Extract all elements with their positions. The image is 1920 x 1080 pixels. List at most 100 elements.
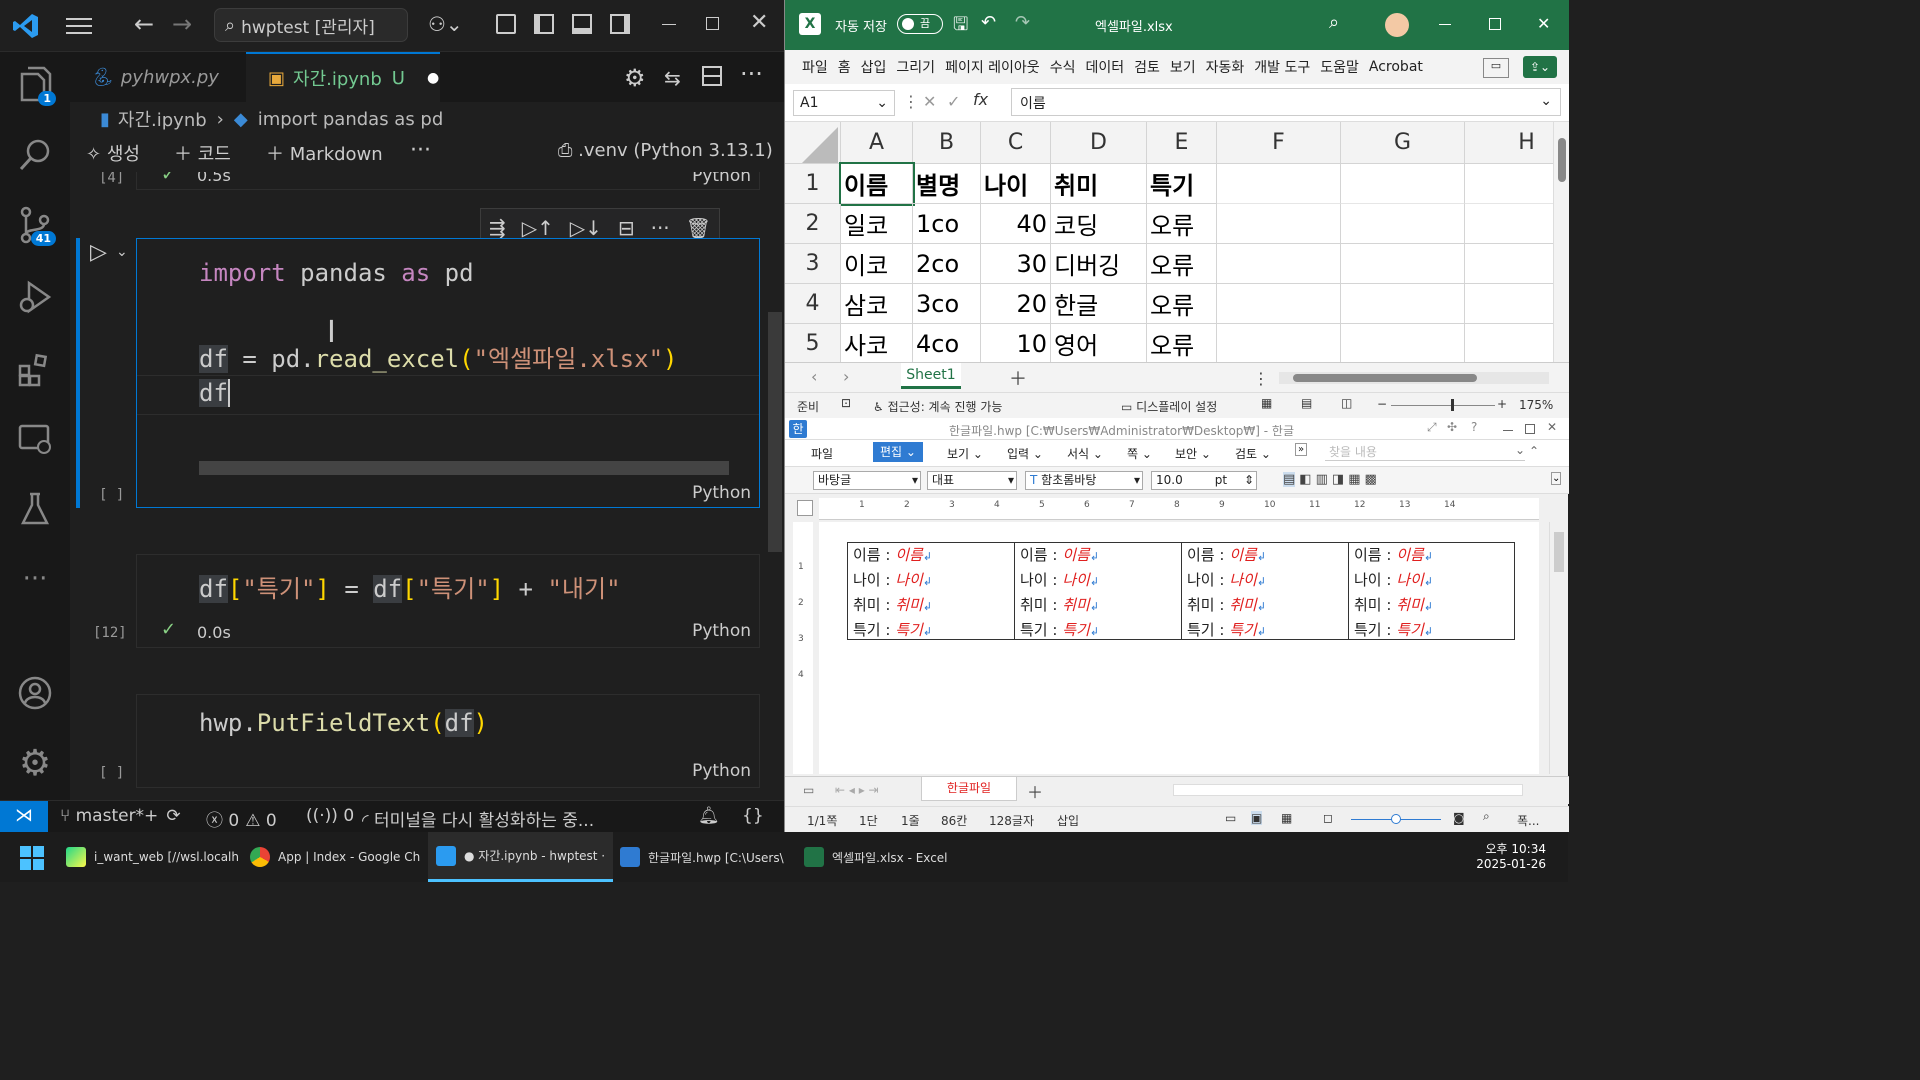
remote-explorer-icon[interactable]: [10, 414, 60, 464]
macro-record-icon[interactable]: ⊡: [841, 396, 851, 410]
field-line[interactable]: 이름 : 이름↲: [1020, 544, 1099, 565]
expand-toolbar-icon[interactable]: ⌄: [1551, 472, 1562, 485]
zoom-level[interactable]: 175%: [1519, 398, 1553, 412]
align-left-icon[interactable]: ◧: [1299, 472, 1311, 487]
cell[interactable]: 10: [981, 324, 1051, 362]
field-value[interactable]: 취미: [1396, 596, 1424, 614]
field-value[interactable]: 특기: [1396, 621, 1424, 639]
field-line[interactable]: 취미 : 취미↲: [1187, 594, 1266, 615]
search-icon[interactable]: [10, 130, 60, 180]
vertical-scrollbar[interactable]: [1549, 522, 1567, 774]
cell[interactable]: 사코: [841, 324, 913, 362]
testing-icon[interactable]: [10, 484, 60, 534]
field-value[interactable]: 취미: [1062, 596, 1090, 614]
avatar[interactable]: [1385, 13, 1409, 37]
page-status[interactable]: 1/1쪽: [807, 812, 837, 829]
field-value[interactable]: 이름: [895, 546, 923, 564]
breadcrumb-file[interactable]: 자간.ipynb: [118, 106, 207, 132]
menu-icon[interactable]: [66, 16, 92, 36]
more-views-icon[interactable]: ···: [10, 554, 60, 604]
tab-draw[interactable]: 그리기: [891, 57, 940, 77]
field-line[interactable]: 특기 : 특기↲: [1187, 619, 1266, 640]
cell-language[interactable]: Python: [692, 621, 751, 641]
horizontal-scrollbar[interactable]: [1279, 372, 1549, 384]
braces-icon[interactable]: {}: [742, 806, 764, 826]
field-value[interactable]: 이름: [1062, 546, 1090, 564]
search-icon[interactable]: ⌕: [1329, 12, 1339, 33]
tab-file[interactable]: 파일: [797, 57, 833, 77]
problems-status[interactable]: ⓧ 0 ⚠ 0: [206, 806, 277, 831]
sheet-tab[interactable]: Sheet1: [901, 363, 961, 389]
cell[interactable]: 별명: [913, 164, 981, 204]
cell[interactable]: 2co: [913, 244, 981, 284]
column-header[interactable]: G: [1341, 122, 1465, 164]
ribbon-toggle-icon[interactable]: ⌃: [1529, 444, 1539, 458]
close-icon[interactable]: ✕: [1547, 420, 1557, 434]
tab-data[interactable]: 데이터: [1080, 57, 1129, 77]
tab-automate[interactable]: 자동화: [1201, 57, 1250, 77]
cell[interactable]: 이름: [839, 162, 915, 206]
column-header[interactable]: B: [913, 122, 981, 164]
taskbar-item-hwp[interactable]: 한글파일.hwp [C:\Users\: [620, 832, 784, 882]
column-header[interactable]: E: [1147, 122, 1217, 164]
close-icon[interactable]: ✕: [750, 10, 768, 35]
execute-above-icon[interactable]: ▷↑: [522, 216, 554, 240]
display-settings-button[interactable]: ▭ 디스플레이 설정: [1121, 398, 1217, 415]
row-header[interactable]: 2: [785, 204, 841, 244]
normal-view-icon[interactable]: ▭: [1225, 811, 1236, 825]
cell[interactable]: 나이: [981, 164, 1051, 204]
field-line[interactable]: 취미 : 취미↲: [1020, 594, 1099, 615]
notebook-cell-active[interactable]: import pandas as pd df = pd.read_excel("…: [99, 238, 760, 508]
cell[interactable]: 4co: [913, 324, 981, 362]
page-break-icon[interactable]: ◫: [1341, 396, 1352, 410]
command-center-search[interactable]: ⌕ hwptest [관리자]: [214, 8, 408, 42]
cell[interactable]: [1217, 164, 1341, 204]
execute-below-icon[interactable]: ▷↓: [570, 216, 602, 240]
code-line[interactable]: df["특기"] = df["특기"] + "내기": [199, 569, 621, 604]
cell[interactable]: [1217, 324, 1341, 362]
page-view-icon[interactable]: ▣: [1251, 811, 1263, 825]
document-page[interactable]: 이름 : 이름↲ 나이 : 나이↲ 취미 : 취미↲ 특기 : 특기↲ 이름 : 이름↲…: [819, 522, 1565, 774]
field-line[interactable]: 취미 : 취미↲: [853, 594, 932, 615]
cell-more-icon[interactable]: ···: [651, 216, 670, 240]
menu-review[interactable]: 검토 ⌄: [1235, 445, 1271, 462]
toggle-panel-icon[interactable]: [572, 14, 592, 34]
kernel-picker[interactable]: ⎙ .venv (Python 3.13.1): [558, 140, 773, 161]
maximize-icon[interactable]: [1489, 18, 1501, 30]
align-right-icon[interactable]: ◨: [1332, 472, 1344, 487]
undo-icon[interactable]: ↶: [981, 12, 996, 33]
font-size-input[interactable]: 10.0 pt ⇕: [1151, 471, 1257, 490]
delete-icon[interactable]: 🗑︎: [686, 216, 711, 240]
cell[interactable]: 1co: [913, 204, 981, 244]
minimize-icon[interactable]: [662, 24, 676, 25]
code-line-3[interactable]: df: [199, 379, 245, 407]
cell[interactable]: [1341, 244, 1465, 284]
branch-status[interactable]: ⑂ master*+ ⟳: [60, 806, 181, 826]
accessibility-status[interactable]: ♿︎ 접근성: 계속 진행 가능: [873, 398, 1002, 415]
tab-jagan-notebook[interactable]: ▣ 자간.ipynb U ●: [246, 52, 440, 102]
field-line[interactable]: 나이 : 나이↲: [1020, 569, 1099, 590]
field-value[interactable]: 특기: [895, 621, 923, 639]
row-header[interactable]: 1: [785, 164, 841, 204]
tab-pyhwpx[interactable]: 🐍︎ pyhwpx.py: [70, 52, 246, 102]
accounts-icon[interactable]: [10, 668, 60, 718]
editor-scrollbar[interactable]: [768, 312, 782, 552]
field-value[interactable]: 취미: [1229, 596, 1257, 614]
field-value[interactable]: 이름: [1229, 546, 1257, 564]
cancel-icon[interactable]: ✕: [923, 92, 936, 111]
more-menu-icon[interactable]: »: [1295, 443, 1308, 456]
horizontal-scrollbar[interactable]: [1173, 784, 1523, 796]
explorer-icon[interactable]: 1: [10, 60, 60, 110]
document-tab[interactable]: 한글파일: [921, 777, 1017, 801]
cell[interactable]: 한글: [1051, 284, 1147, 324]
insert-function-icon[interactable]: fx: [973, 90, 988, 109]
share-icon[interactable]: ⇪⌄: [1523, 56, 1557, 78]
copilot-icon[interactable]: ⚇⌄: [428, 12, 463, 36]
horizontal-scrollbar[interactable]: [199, 461, 729, 475]
unsaved-dot-icon[interactable]: ●: [427, 70, 439, 86]
cell[interactable]: 취미: [1051, 164, 1147, 204]
cell[interactable]: 30: [981, 244, 1051, 284]
menu-insert[interactable]: 입력 ⌄: [1007, 445, 1043, 462]
split-editor-icon[interactable]: [702, 66, 722, 86]
distribute-icon[interactable]: ▦: [1348, 472, 1360, 487]
